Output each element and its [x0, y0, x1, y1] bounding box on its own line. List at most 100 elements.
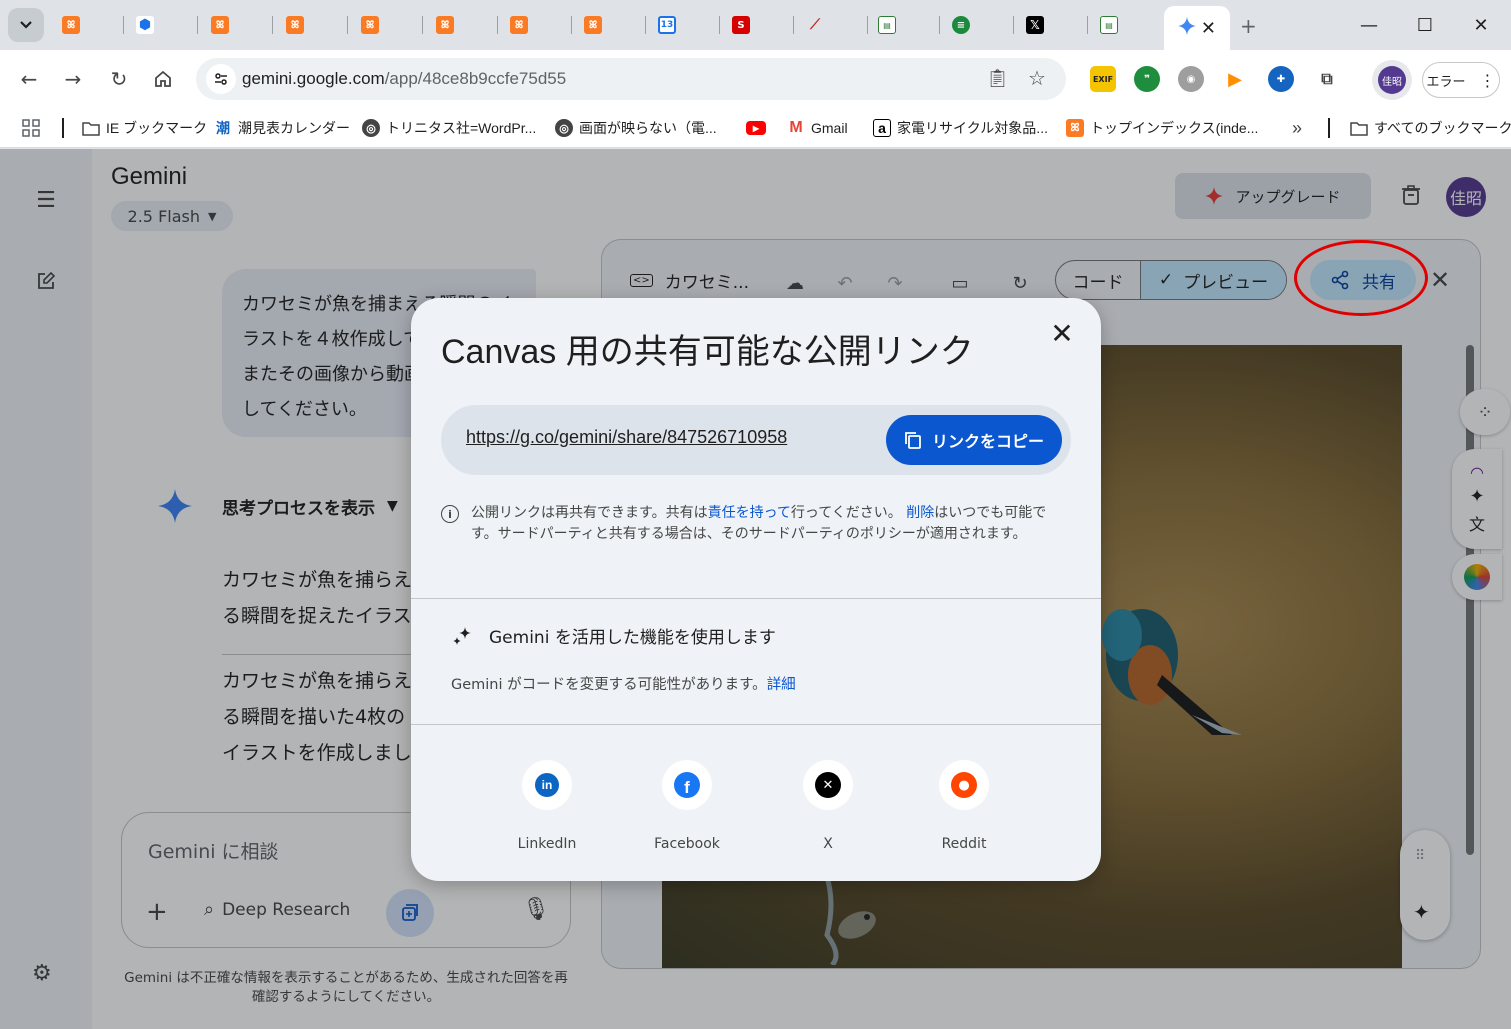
- globe-icon: ◎: [362, 119, 380, 137]
- apps-button[interactable]: [22, 117, 40, 139]
- active-tab[interactable]: ✕: [1164, 6, 1230, 50]
- close-icon[interactable]: ✕: [1047, 320, 1077, 350]
- minimize-button[interactable]: —: [1344, 0, 1394, 50]
- bookmark-item[interactable]: ◎ 画面が映らない（電...: [555, 117, 717, 139]
- tab-search-button[interactable]: [8, 8, 44, 42]
- reload-button[interactable]: ↻: [104, 64, 134, 94]
- amazon-icon: a: [873, 119, 891, 137]
- bookmark-item[interactable]: 潮潮見表カレンダー: [214, 117, 350, 139]
- gemini-sparkle-icon: [1178, 17, 1196, 39]
- x-logo-icon: 𝕏: [1026, 16, 1044, 34]
- red-logo-icon: S: [732, 16, 750, 34]
- share-link-url[interactable]: https://g.co/gemini/share/847526710958: [466, 427, 787, 448]
- browser-tab[interactable]: ⟋: [794, 8, 868, 42]
- calendar-icon: 13: [658, 16, 676, 34]
- chart-icon: ⟋: [810, 17, 820, 33]
- avatar: 佳昭: [1378, 66, 1406, 94]
- browser-tab[interactable]: S: [720, 8, 794, 42]
- xampp-icon: ꕤ: [584, 16, 602, 34]
- globe-icon: ◎: [555, 119, 573, 137]
- gemini-feature-row: Gemini を活用した機能を使用します: [451, 623, 776, 648]
- xampp-icon: ꕤ: [436, 16, 454, 34]
- browser-toolbar: ← → ↻ gemini.google.com/app/48ce8b9ccfe7…: [0, 50, 1511, 108]
- site-icon: ▤: [878, 16, 896, 34]
- shio-icon: 潮: [216, 120, 230, 136]
- dialog-divider: [411, 598, 1101, 599]
- browser-tab[interactable]: ꕤ: [50, 8, 124, 42]
- delete-link[interactable]: 削除: [906, 505, 934, 521]
- dialog-divider: [411, 724, 1101, 725]
- xampp-icon: ꕤ: [211, 16, 229, 34]
- dialog-title: Canvas 用の共有可能な公開リンク: [441, 333, 974, 371]
- browser-tab[interactable]: ≡: [940, 8, 1014, 42]
- linkedin-icon: in: [522, 760, 572, 810]
- puzzle-icon[interactable]: ⧉: [1314, 66, 1340, 92]
- bookmark-item[interactable]: ▶: [746, 117, 772, 139]
- xampp-icon: ꕤ: [361, 16, 379, 34]
- bookmark-item[interactable]: IE ブックマーク: [82, 117, 207, 139]
- xampp-icon: ꕤ: [1066, 119, 1084, 137]
- new-tab-button[interactable]: +: [1240, 14, 1257, 38]
- info-icon: i: [441, 505, 459, 523]
- share-notice: i 公開リンクは再共有できます。共有は責任を持って行ってください。 削除はいつで…: [441, 503, 1071, 545]
- browser-tab[interactable]: ▤: [866, 8, 940, 42]
- quote-icon[interactable]: ❞: [1134, 66, 1160, 92]
- share-facebook-button[interactable]: f Facebook: [632, 760, 742, 852]
- bookmark-item[interactable]: ◎ トリニタス社=WordPr...: [362, 117, 536, 139]
- responsible-link[interactable]: 責任を持って: [708, 505, 791, 521]
- bookmark-item[interactable]: M Gmail: [787, 117, 847, 139]
- play-icon[interactable]: ▶: [1222, 66, 1248, 92]
- forward-arrow-icon: →: [64, 67, 82, 91]
- address-bar[interactable]: gemini.google.com/app/48ce8b9ccfe75d55 📋…: [196, 58, 1066, 100]
- copy-link-button[interactable]: リンクをコピー: [886, 415, 1062, 465]
- x-icon: ✕: [803, 760, 853, 810]
- close-window-button[interactable]: ✕: [1456, 0, 1506, 50]
- rss-icon[interactable]: ◉: [1178, 66, 1204, 92]
- maximize-button[interactable]: ☐: [1400, 0, 1450, 50]
- share-x-button[interactable]: ✕ X: [773, 760, 883, 852]
- home-button[interactable]: [148, 64, 178, 94]
- browser-tab[interactable]: ꕤ: [349, 8, 423, 42]
- browser-tab[interactable]: ꕤ: [572, 8, 646, 42]
- copy-icon: [905, 432, 921, 449]
- cube-icon: ⬢: [136, 16, 154, 34]
- reload-icon: ↻: [110, 67, 128, 91]
- browser-tab[interactable]: ▤: [1088, 8, 1162, 42]
- browser-tab[interactable]: ⬢: [124, 8, 198, 42]
- bookmark-star-icon[interactable]: ☆: [1028, 66, 1046, 90]
- exif-icon[interactable]: EXIF: [1090, 66, 1116, 92]
- apps-grid-icon: [22, 119, 40, 137]
- facebook-icon: f: [662, 760, 712, 810]
- browser-tab[interactable]: ꕤ: [274, 8, 348, 42]
- share-dialog: Canvas 用の共有可能な公開リンク ✕ https://g.co/gemin…: [411, 298, 1101, 881]
- site-info-icon[interactable]: [206, 64, 236, 94]
- details-link[interactable]: 詳細: [767, 677, 796, 693]
- highlight-annotation: [1294, 240, 1428, 316]
- clipboard-icon[interactable]: 📋︎: [986, 68, 1009, 89]
- browser-tab[interactable]: ꕤ: [199, 8, 273, 42]
- browser-tab[interactable]: ꕤ: [424, 8, 498, 42]
- browser-tab[interactable]: ꕤ: [498, 8, 572, 42]
- gmail-icon: M: [789, 119, 803, 136]
- folder-icon: [82, 119, 100, 137]
- share-reddit-button[interactable]: ● Reddit: [909, 760, 1019, 852]
- extension-blue-icon[interactable]: ✚: [1268, 66, 1294, 92]
- home-icon: [155, 70, 171, 87]
- back-button[interactable]: ←: [14, 64, 44, 94]
- bookmark-item[interactable]: a 家電リサイクル対象品...: [873, 117, 1048, 139]
- share-linkedin-button[interactable]: in LinkedIn: [492, 760, 602, 852]
- all-bookmarks-folder[interactable]: すべてのブックマーク: [1350, 117, 1511, 139]
- youtube-icon: ▶: [746, 121, 766, 135]
- chevron-down-icon: [20, 21, 32, 29]
- url-text: gemini.google.com/app/48ce8b9ccfe75d55: [242, 69, 567, 88]
- bookmarks-bar: IE ブックマーク 潮潮見表カレンダー ◎ トリニタス社=WordPr... ◎ 画…: [0, 108, 1511, 148]
- profile-button[interactable]: 佳昭: [1372, 60, 1412, 100]
- browser-tab[interactable]: 13: [646, 8, 720, 42]
- browser-tab[interactable]: 𝕏: [1014, 8, 1088, 42]
- close-tab-icon[interactable]: ✕: [1201, 18, 1216, 39]
- xampp-icon: ꕤ: [510, 16, 528, 34]
- bookmark-item[interactable]: ꕤ トップインデックス(inde...: [1066, 117, 1258, 139]
- error-button[interactable]: エラー ⋮: [1422, 62, 1500, 98]
- more-bookmarks-icon[interactable]: »: [1292, 117, 1302, 139]
- forward-button[interactable]: →: [58, 64, 88, 94]
